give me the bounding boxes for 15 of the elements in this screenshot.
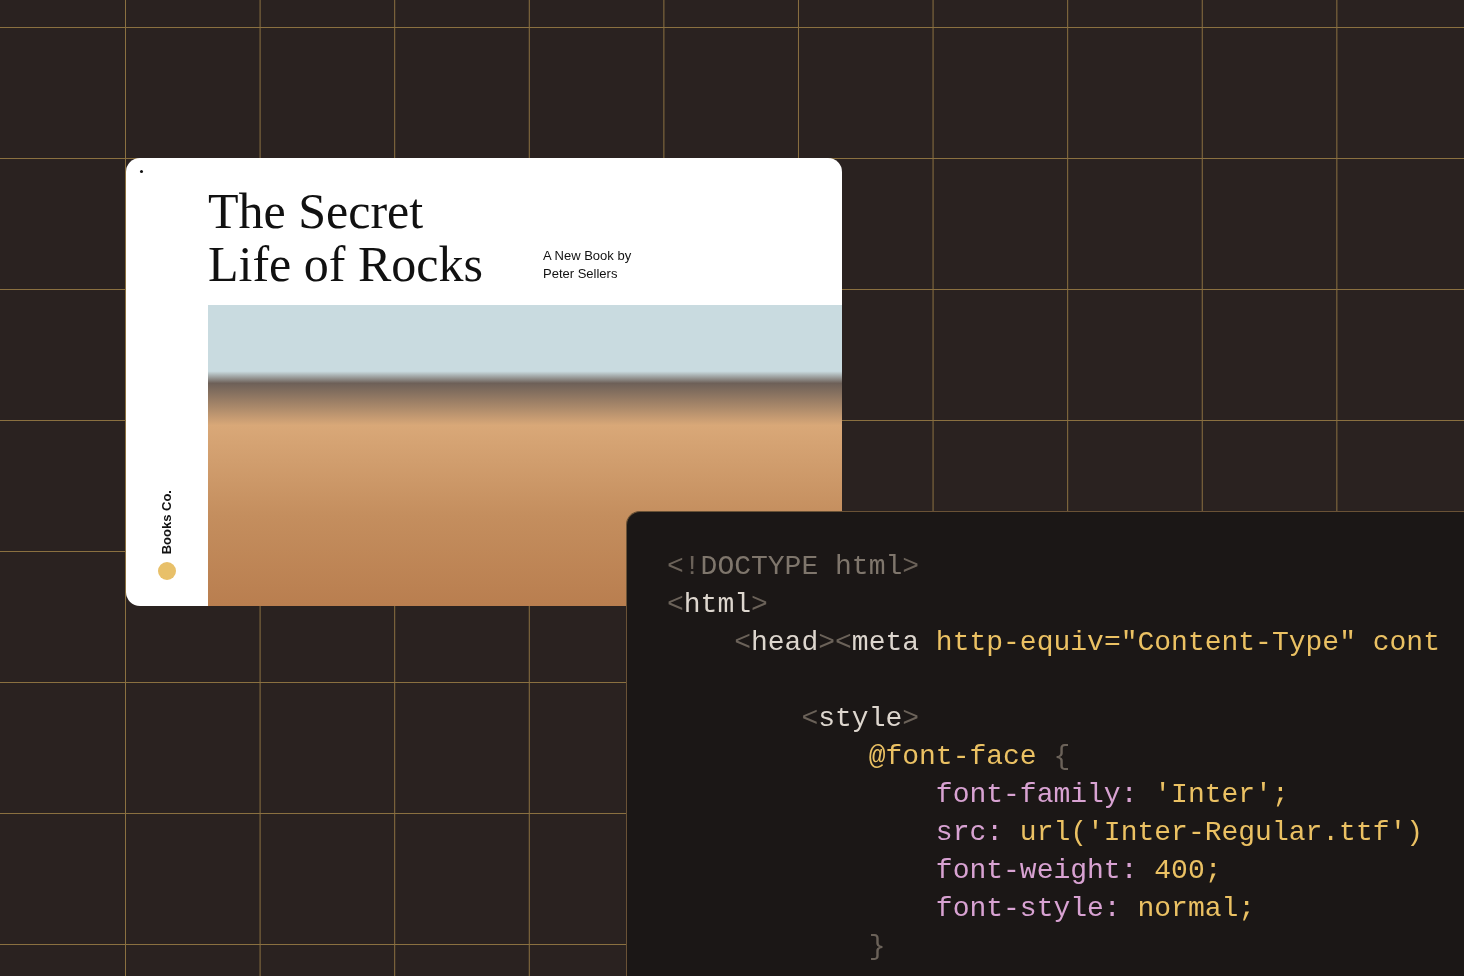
code-line: font-weight: 400; bbox=[934, 854, 1222, 888]
circle-logo-icon bbox=[158, 562, 176, 580]
code-line: font-style: normal; bbox=[934, 892, 1256, 926]
code-line: <html> bbox=[667, 588, 768, 622]
book-byline: A New Book by Peter Sellers bbox=[543, 247, 632, 283]
code-line: src: url('Inter-Regular.ttf') bbox=[934, 816, 1424, 850]
code-line: } bbox=[867, 930, 886, 964]
code-line: <!DOCTYPE html> bbox=[667, 550, 920, 584]
code-line: @font-face { bbox=[867, 740, 1071, 774]
dot-icon bbox=[140, 170, 143, 173]
code-line: font-family: 'Inter'; bbox=[934, 778, 1289, 812]
brand-name: Books Co. bbox=[158, 489, 176, 554]
book-title: The Secret Life of Rocks bbox=[208, 185, 484, 291]
code-line: <style> bbox=[800, 702, 920, 736]
code-line: <head><meta http-equiv="Content-Type" cont bbox=[733, 626, 1440, 660]
